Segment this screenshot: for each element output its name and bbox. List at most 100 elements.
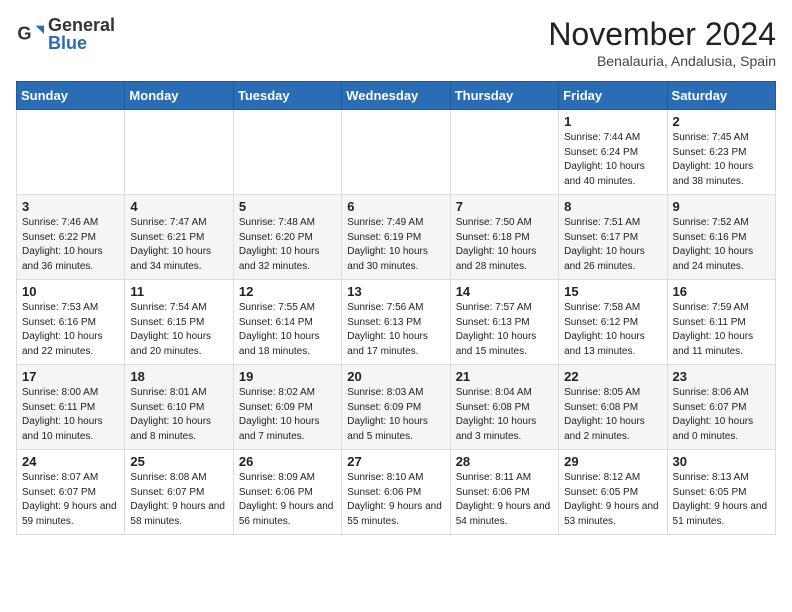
day-info: Sunrise: 7:54 AM Sunset: 6:15 PM Dayligh… xyxy=(130,301,227,359)
calendar-cell: 21 Sunrise: 8:04 AM Sunset: 6:08 PM Dayli… xyxy=(450,365,558,450)
calendar-cell xyxy=(125,110,233,195)
day-info: Sunrise: 7:46 AM Sunset: 6:22 PM Dayligh… xyxy=(22,216,119,274)
day-number: 24 xyxy=(22,454,119,469)
calendar-cell xyxy=(450,110,558,195)
month-title: November 2024 xyxy=(548,16,776,53)
day-number: 29 xyxy=(564,454,661,469)
day-info: Sunrise: 7:51 AM Sunset: 6:17 PM Dayligh… xyxy=(564,216,661,274)
day-info: Sunrise: 7:59 AM Sunset: 6:11 PM Dayligh… xyxy=(673,301,770,359)
day-number: 28 xyxy=(456,454,553,469)
day-info: Sunrise: 8:07 AM Sunset: 6:07 PM Dayligh… xyxy=(22,471,119,529)
calendar-cell: 29 Sunrise: 8:12 AM Sunset: 6:05 PM Dayli… xyxy=(559,450,667,535)
day-number: 20 xyxy=(347,369,444,384)
calendar-cell: 13Sunrise: 7:56 AM Sunset: 6:13 PM Dayli… xyxy=(342,280,450,365)
day-number: 22 xyxy=(564,369,661,384)
calendar-cell xyxy=(233,110,341,195)
calendar-week-4: 17 Sunrise: 8:00 AM Sunset: 6:11 PM Dayli… xyxy=(17,365,776,450)
calendar-cell: 11 Sunrise: 7:54 AM Sunset: 6:15 PM Dayli… xyxy=(125,280,233,365)
day-number: 18 xyxy=(130,369,227,384)
calendar-cell: 5 Sunrise: 7:48 AM Sunset: 6:20 PM Daylig… xyxy=(233,195,341,280)
calendar-week-2: 3 Sunrise: 7:46 AM Sunset: 6:22 PM Daylig… xyxy=(17,195,776,280)
calendar-cell: 22 Sunrise: 8:05 AM Sunset: 6:08 PM Dayli… xyxy=(559,365,667,450)
day-info: Sunrise: 8:06 AM Sunset: 6:07 PM Dayligh… xyxy=(673,386,770,444)
day-info: Sunrise: 8:09 AM Sunset: 6:06 PM Dayligh… xyxy=(239,471,336,529)
calendar-cell: 20 Sunrise: 8:03 AM Sunset: 6:09 PM Dayli… xyxy=(342,365,450,450)
day-info: Sunrise: 7:48 AM Sunset: 6:20 PM Dayligh… xyxy=(239,216,336,274)
day-number: 10 xyxy=(22,284,119,299)
column-header-tuesday: Tuesday xyxy=(233,82,341,110)
calendar-cell: 24 Sunrise: 8:07 AM Sunset: 6:07 PM Dayli… xyxy=(17,450,125,535)
calendar-header-row: SundayMondayTuesdayWednesdayThursdayFrid… xyxy=(17,82,776,110)
calendar-cell xyxy=(342,110,450,195)
day-info: Sunrise: 8:03 AM Sunset: 6:09 PM Dayligh… xyxy=(347,386,444,444)
day-info: Sunrise: 7:53 AM Sunset: 6:16 PM Dayligh… xyxy=(22,301,119,359)
day-info: Sunrise: 7:58 AM Sunset: 6:12 PM Dayligh… xyxy=(564,301,661,359)
calendar-cell xyxy=(17,110,125,195)
day-number: 19 xyxy=(239,369,336,384)
day-number: 7 xyxy=(456,199,553,214)
day-number: 26 xyxy=(239,454,336,469)
day-number: 12 xyxy=(239,284,336,299)
day-info: Sunrise: 7:49 AM Sunset: 6:19 PM Dayligh… xyxy=(347,216,444,274)
calendar-cell: 23 Sunrise: 8:06 AM Sunset: 6:07 PM Dayli… xyxy=(667,365,775,450)
column-header-saturday: Saturday xyxy=(667,82,775,110)
day-info: Sunrise: 8:05 AM Sunset: 6:08 PM Dayligh… xyxy=(564,386,661,444)
day-number: 27 xyxy=(347,454,444,469)
calendar-cell: 4 Sunrise: 7:47 AM Sunset: 6:21 PM Daylig… xyxy=(125,195,233,280)
day-number: 16 xyxy=(673,284,770,299)
column-header-sunday: Sunday xyxy=(17,82,125,110)
day-info: Sunrise: 8:12 AM Sunset: 6:05 PM Dayligh… xyxy=(564,471,661,529)
calendar-cell: 12 Sunrise: 7:55 AM Sunset: 6:14 PM Dayli… xyxy=(233,280,341,365)
title-block: November 2024 Benalauria, Andalusia, Spa… xyxy=(548,16,776,69)
calendar-week-5: 24 Sunrise: 8:07 AM Sunset: 6:07 PM Dayli… xyxy=(17,450,776,535)
day-info: Sunrise: 7:50 AM Sunset: 6:18 PM Dayligh… xyxy=(456,216,553,274)
day-number: 8 xyxy=(564,199,661,214)
calendar-cell: 1Sunrise: 7:44 AM Sunset: 6:24 PM Daylig… xyxy=(559,110,667,195)
calendar-cell: 15Sunrise: 7:58 AM Sunset: 6:12 PM Dayli… xyxy=(559,280,667,365)
column-header-friday: Friday xyxy=(559,82,667,110)
day-number: 14 xyxy=(456,284,553,299)
day-info: Sunrise: 8:13 AM Sunset: 6:05 PM Dayligh… xyxy=(673,471,770,529)
day-info: Sunrise: 8:08 AM Sunset: 6:07 PM Dayligh… xyxy=(130,471,227,529)
day-info: Sunrise: 8:01 AM Sunset: 6:10 PM Dayligh… xyxy=(130,386,227,444)
day-info: Sunrise: 7:47 AM Sunset: 6:21 PM Dayligh… xyxy=(130,216,227,274)
day-number: 9 xyxy=(673,199,770,214)
day-info: Sunrise: 7:44 AM Sunset: 6:24 PM Dayligh… xyxy=(564,131,661,189)
calendar-cell: 18 Sunrise: 8:01 AM Sunset: 6:10 PM Dayli… xyxy=(125,365,233,450)
day-info: Sunrise: 7:55 AM Sunset: 6:14 PM Dayligh… xyxy=(239,301,336,359)
day-number: 30 xyxy=(673,454,770,469)
calendar-cell: 3 Sunrise: 7:46 AM Sunset: 6:22 PM Daylig… xyxy=(17,195,125,280)
logo: G General Blue xyxy=(16,16,115,52)
day-number: 11 xyxy=(130,284,227,299)
day-number: 5 xyxy=(239,199,336,214)
day-info: Sunrise: 8:02 AM Sunset: 6:09 PM Dayligh… xyxy=(239,386,336,444)
calendar-cell: 8 Sunrise: 7:51 AM Sunset: 6:17 PM Daylig… xyxy=(559,195,667,280)
day-number: 21 xyxy=(456,369,553,384)
day-number: 13 xyxy=(347,284,444,299)
day-number: 17 xyxy=(22,369,119,384)
logo-general: General xyxy=(48,16,115,34)
day-info: Sunrise: 8:00 AM Sunset: 6:11 PM Dayligh… xyxy=(22,386,119,444)
column-header-wednesday: Wednesday xyxy=(342,82,450,110)
calendar-cell: 14 Sunrise: 7:57 AM Sunset: 6:13 PM Dayli… xyxy=(450,280,558,365)
calendar-cell: 19 Sunrise: 8:02 AM Sunset: 6:09 PM Dayli… xyxy=(233,365,341,450)
day-number: 3 xyxy=(22,199,119,214)
day-info: Sunrise: 8:04 AM Sunset: 6:08 PM Dayligh… xyxy=(456,386,553,444)
day-number: 23 xyxy=(673,369,770,384)
day-info: Sunrise: 7:57 AM Sunset: 6:13 PM Dayligh… xyxy=(456,301,553,359)
calendar-cell: 10 Sunrise: 7:53 AM Sunset: 6:16 PM Dayli… xyxy=(17,280,125,365)
calendar-cell: 30 Sunrise: 8:13 AM Sunset: 6:05 PM Dayli… xyxy=(667,450,775,535)
calendar-cell: 25 Sunrise: 8:08 AM Sunset: 6:07 PM Dayli… xyxy=(125,450,233,535)
logo-text: General Blue xyxy=(48,16,115,52)
day-number: 2 xyxy=(673,114,770,129)
day-number: 25 xyxy=(130,454,227,469)
calendar-cell: 7 Sunrise: 7:50 AM Sunset: 6:18 PM Daylig… xyxy=(450,195,558,280)
calendar-cell: 27Sunrise: 8:10 AM Sunset: 6:06 PM Dayli… xyxy=(342,450,450,535)
day-info: Sunrise: 7:45 AM Sunset: 6:23 PM Dayligh… xyxy=(673,131,770,189)
calendar-week-3: 10 Sunrise: 7:53 AM Sunset: 6:16 PM Dayli… xyxy=(17,280,776,365)
page-header: G General Blue November 2024 Benalauria,… xyxy=(16,16,776,69)
calendar-cell: 6Sunrise: 7:49 AM Sunset: 6:19 PM Daylig… xyxy=(342,195,450,280)
day-number: 4 xyxy=(130,199,227,214)
calendar-table: SundayMondayTuesdayWednesdayThursdayFrid… xyxy=(16,81,776,535)
calendar-cell: 2 Sunrise: 7:45 AM Sunset: 6:23 PM Daylig… xyxy=(667,110,775,195)
